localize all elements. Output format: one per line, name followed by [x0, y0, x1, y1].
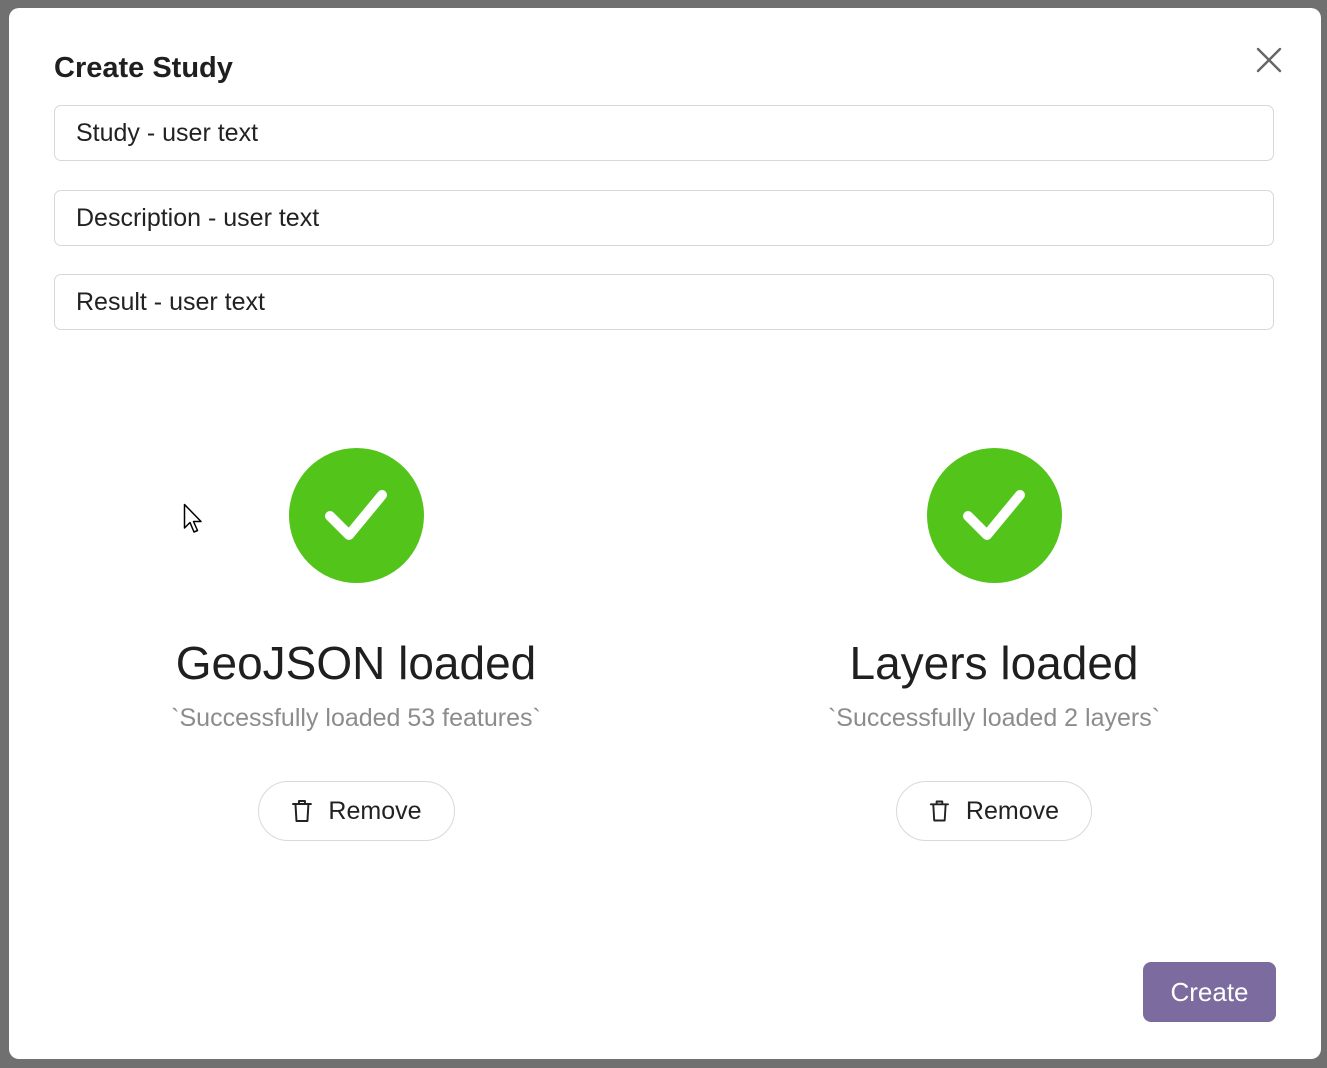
- close-button[interactable]: [1253, 44, 1285, 76]
- trash-icon: [929, 800, 949, 822]
- geojson-status-subtitle: `Successfully loaded 53 features`: [171, 704, 541, 732]
- result-input[interactable]: [54, 274, 1274, 330]
- remove-layers-button[interactable]: Remove: [896, 781, 1092, 841]
- dialog-title: Create Study: [54, 52, 233, 84]
- remove-label: Remove: [965, 796, 1059, 825]
- mouse-cursor-icon: [183, 503, 202, 533]
- geojson-status: GeoJSON loaded `Successfully loaded 53 f…: [106, 448, 606, 841]
- layers-status-subtitle: `Successfully loaded 2 layers`: [827, 704, 1161, 732]
- create-button[interactable]: Create: [1143, 962, 1276, 1022]
- description-input[interactable]: [54, 190, 1274, 246]
- check-circle-icon: [926, 448, 1062, 583]
- remove-label: Remove: [328, 796, 422, 825]
- close-icon: [1256, 47, 1282, 73]
- create-study-dialog: Create Study GeoJSON loaded `Successfull…: [9, 8, 1321, 1059]
- layers-status-title: Layers loaded: [849, 637, 1139, 689]
- geojson-status-title: GeoJSON loaded: [175, 637, 537, 689]
- check-circle-icon: [288, 448, 424, 583]
- study-input[interactable]: [54, 105, 1274, 161]
- remove-geojson-button[interactable]: Remove: [257, 781, 455, 841]
- trash-icon: [291, 800, 312, 822]
- layers-status: Layers loaded `Successfully loaded 2 lay…: [744, 448, 1244, 841]
